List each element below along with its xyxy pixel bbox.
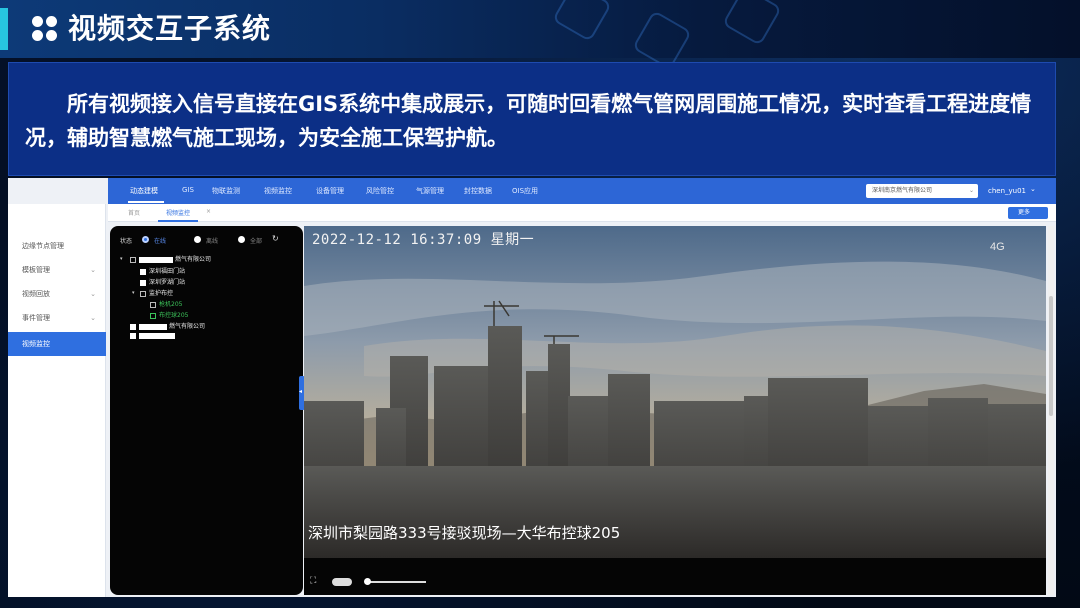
tabs-bar: 首页 视频监控 × [108, 204, 1056, 222]
radio-offline-label: 离线 [206, 238, 219, 245]
header-accent-bar [0, 8, 8, 50]
sidebar-item-label: 事件管理 [22, 314, 50, 322]
nav-item-video[interactable]: 视频监控 [264, 186, 292, 196]
redacted-block [139, 323, 167, 330]
tree-node-station[interactable]: 深圳罗湖门站 [140, 277, 185, 286]
chevron-down-icon[interactable]: ⌄ [1030, 185, 1036, 193]
tree-node-redacted[interactable] [130, 332, 177, 339]
hexagon-decoration [721, 0, 783, 47]
chevron-left-icon: ◂ [299, 388, 303, 395]
radio-online[interactable] [142, 236, 149, 243]
close-icon[interactable]: × [206, 208, 211, 215]
scrollbar[interactable] [1048, 226, 1054, 595]
description-text: 所有视频接入信号直接在GIS系统中集成展示，可随时回看燃气管网周围施工情况，实时… [25, 92, 1032, 150]
tab-video-monitor[interactable]: 视频监控 [166, 208, 190, 217]
hexagon-decoration [551, 0, 613, 43]
tree-node-camera[interactable]: 枪机205 [150, 299, 182, 308]
redacted-block [139, 332, 175, 339]
video-timestamp: 2022-12-12 16:37:09 星期一 [312, 232, 534, 248]
video-controls: ⛶ [304, 558, 1046, 595]
checkbox[interactable] [140, 268, 146, 275]
sidebar-item-label: 视频监控 [22, 340, 50, 348]
refresh-icon[interactable]: ↻ [272, 234, 279, 243]
checkbox[interactable] [130, 332, 136, 339]
video-player[interactable]: 2022-12-12 16:37:09 星期一 4G 深圳市梨园路333号接驳现… [304, 226, 1046, 595]
sidebar-item-templates[interactable]: 模板管理 ⌄ [8, 258, 106, 282]
chevron-down-icon: ⌄ [90, 314, 96, 322]
slide-title: 视频交互子系统 [68, 12, 272, 45]
radio-online-label: 在线 [154, 238, 167, 245]
checkbox[interactable] [140, 279, 146, 286]
chevron-down-icon: ⌄ [90, 266, 96, 274]
caret-down-icon[interactable]: ▾ [120, 256, 123, 262]
sidebar-item-label: 模板管理 [22, 266, 50, 274]
sidebar-item-edge-nodes[interactable]: 边缘节点管理 [8, 234, 106, 258]
radio-all[interactable] [238, 236, 245, 243]
radio-offline[interactable] [194, 236, 201, 243]
nav-item-risk[interactable]: 风险管控 [366, 186, 394, 196]
tab-home[interactable]: 首页 [128, 208, 140, 217]
nav-item-gis[interactable]: GIS [182, 186, 194, 194]
sidebar-item-playback[interactable]: 视频回放 ⌄ [8, 282, 106, 306]
org-select-value: 深圳南京燃气有限公司 [872, 187, 933, 194]
progress-knob[interactable] [364, 578, 371, 585]
org-select[interactable]: 深圳南京燃气有限公司 ⌄ [866, 184, 978, 198]
nav-active-indicator [128, 201, 164, 203]
scrollbar-thumb[interactable] [1049, 296, 1053, 416]
sidebar-item-video-monitor[interactable]: 视频监控 [8, 332, 106, 356]
nav-item-iot[interactable]: 物联监测 [212, 186, 240, 196]
user-name[interactable]: chen_yu01 [988, 187, 1026, 195]
caret-down-icon[interactable]: ▾ [132, 290, 135, 296]
checkbox[interactable] [140, 290, 146, 297]
device-tree-panel: 状态 在线 离线 全部 ↻ ▾ 燃气有限公司 深圳福田门站 深圳罗湖门站 ▾ 监… [110, 226, 303, 595]
chevron-down-icon: ⌄ [90, 290, 96, 298]
tree-node-camera-selected[interactable]: 布控球205 [150, 310, 188, 319]
sidebar-item-events[interactable]: 事件管理 ⌄ [8, 306, 106, 330]
playback-toggle[interactable] [332, 578, 352, 586]
app-screenshot: 动态建模 GIS 物联监测 视频监控 设备管理 风险管控 气源管理 封控数据 O… [8, 178, 1056, 597]
sidebar-item-label: 边缘节点管理 [22, 242, 64, 250]
progress-track[interactable] [366, 581, 426, 583]
more-button[interactable]: 更多 [1008, 207, 1048, 219]
video-signal-indicator: 4G [990, 241, 1005, 253]
tree-node-company[interactable]: 燃气有限公司 [130, 321, 205, 330]
sidebar: 边缘节点管理 模板管理 ⌄ 视频回放 ⌄ 事件管理 ⌄ 视频监控 [8, 204, 106, 597]
nav-item-data[interactable]: 封控数据 [464, 186, 492, 196]
checkbox[interactable] [130, 323, 136, 330]
chevron-down-icon: ⌄ [968, 187, 974, 194]
fullscreen-icon[interactable]: ⛶ [310, 576, 316, 586]
video-frame: 2022-12-12 16:37:09 星期一 4G 深圳市梨园路333号接驳现… [304, 226, 1046, 558]
four-dots-icon [32, 16, 58, 42]
nav-item-ois[interactable]: OIS应用 [512, 186, 538, 196]
redacted-block [139, 256, 173, 263]
tree-node-monitor-group[interactable]: 监护布控 [140, 288, 173, 297]
video-caption: 深圳市梨园路333号接驳现场—大华布控球205 [308, 524, 620, 542]
nav-item-gas-source[interactable]: 气源管理 [416, 186, 444, 196]
nav-item-modeling[interactable]: 动态建模 [130, 186, 158, 196]
radio-all-label: 全部 [250, 238, 263, 245]
slide-header: 视频交互子系统 [0, 0, 1080, 71]
status-label: 状态 [120, 238, 133, 245]
description-box: 所有视频接入信号直接在GIS系统中集成展示，可随时回看燃气管网周围施工情况，实时… [8, 62, 1056, 176]
checkbox[interactable] [130, 256, 136, 263]
nav-item-devices[interactable]: 设备管理 [316, 186, 344, 196]
tree-node-company[interactable]: 燃气有限公司 [130, 254, 211, 263]
checkbox-checked[interactable] [150, 312, 156, 319]
tab-active-indicator [158, 220, 198, 222]
sidebar-item-label: 视频回放 [22, 290, 50, 298]
tree-node-station[interactable]: 深圳福田门站 [140, 266, 185, 275]
top-navigation: 动态建模 GIS 物联监测 视频监控 设备管理 风险管控 气源管理 封控数据 O… [108, 178, 1056, 204]
checkbox[interactable] [150, 301, 156, 308]
